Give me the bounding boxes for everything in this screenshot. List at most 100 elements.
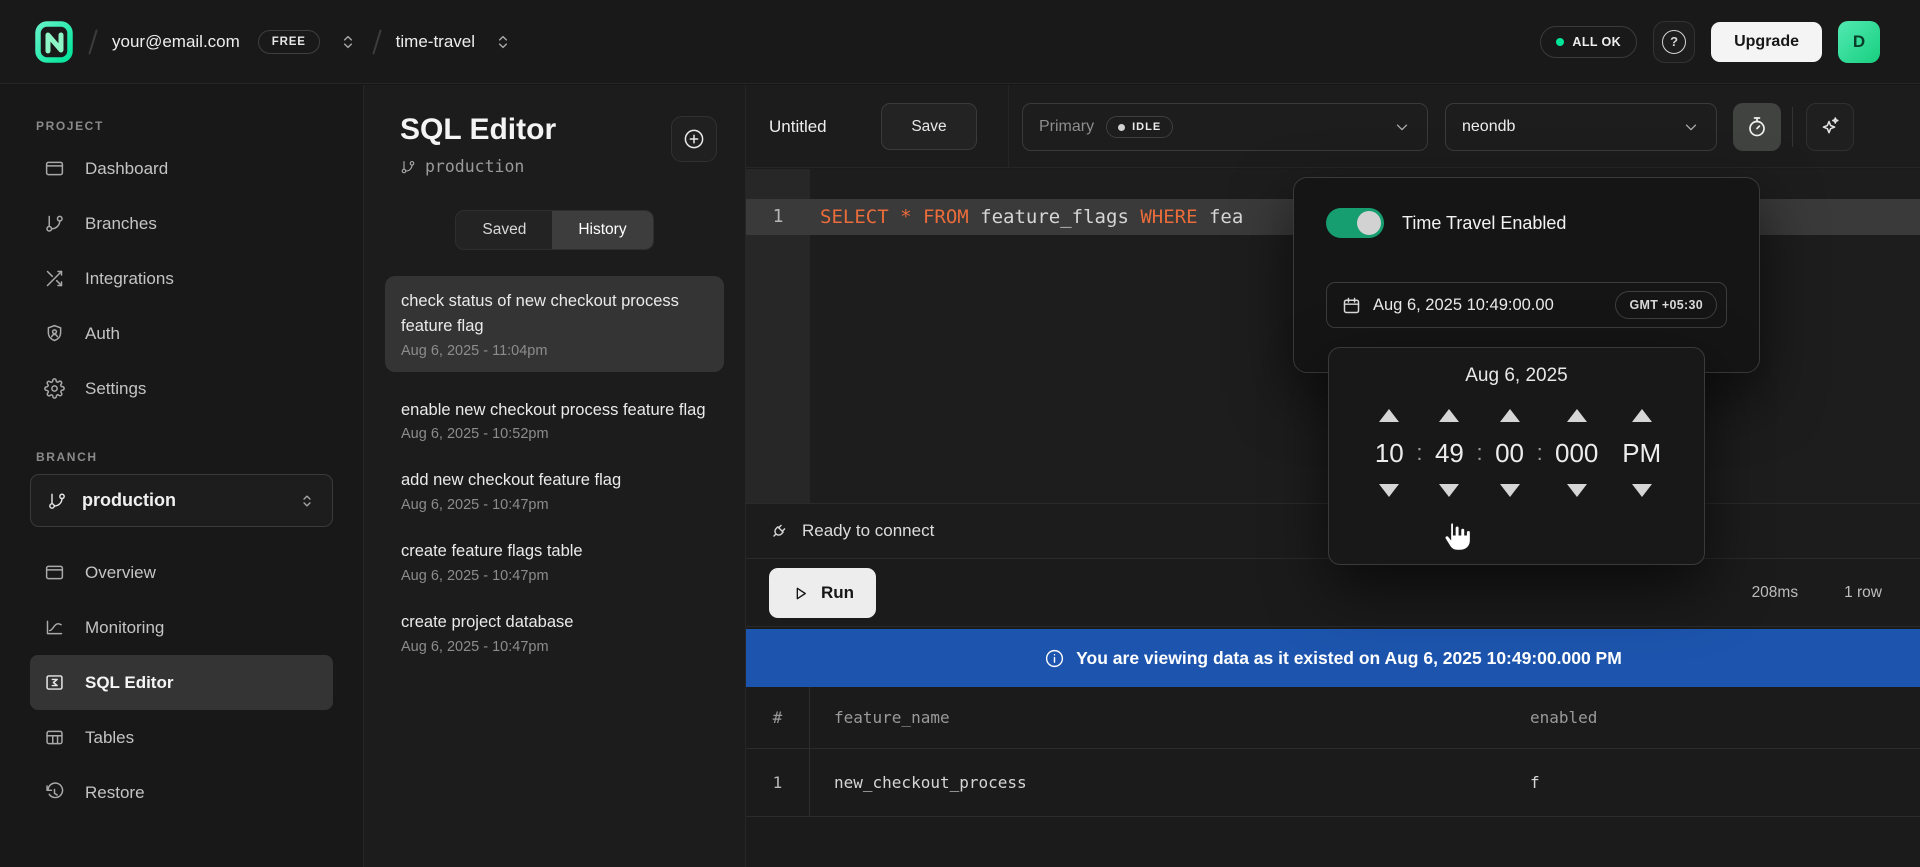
hours-spinner: 10 (1365, 409, 1413, 497)
breadcrumb-slash (88, 29, 98, 54)
datetime-input[interactable]: Aug 6, 2025 10:49:00.00 GMT +05:30 (1326, 282, 1727, 328)
sidebar-item-overview[interactable]: Overview (30, 545, 333, 600)
seconds-value[interactable]: 00 (1495, 437, 1524, 469)
toggle-label: Time Travel Enabled (1402, 213, 1566, 234)
ai-assist-button[interactable] (1806, 103, 1854, 151)
time-travel-toggle-row: Time Travel Enabled (1326, 208, 1727, 238)
tab-history[interactable]: History (552, 211, 652, 249)
minutes-up-arrow-icon[interactable] (1439, 409, 1459, 422)
gear-icon (44, 378, 65, 399)
neon-logo[interactable] (34, 20, 74, 64)
meridiem-spinner: PM (1616, 409, 1668, 497)
project-section-label: PROJECT (36, 119, 333, 133)
time-travel-toggle[interactable] (1326, 208, 1384, 238)
chevron-down-icon (1682, 118, 1700, 136)
database-select[interactable]: neondb (1445, 103, 1717, 151)
history-item[interactable]: create project database Aug 6, 2025 - 10… (385, 610, 724, 655)
query-tab-title[interactable]: Untitled (769, 85, 827, 168)
milliseconds-spinner: 000 (1546, 409, 1608, 497)
mouse-cursor-pointer (1438, 517, 1474, 557)
table-row[interactable]: 1 new_checkout_process f (746, 749, 1920, 817)
sidebar-item-restore[interactable]: Restore (30, 765, 333, 820)
user-avatar[interactable]: D (1838, 21, 1880, 63)
hours-up-arrow-icon[interactable] (1379, 409, 1399, 422)
seconds-down-arrow-icon[interactable] (1500, 484, 1520, 497)
milliseconds-down-arrow-icon[interactable] (1567, 484, 1587, 497)
auth-shield-icon (44, 323, 65, 344)
datetime-value: Aug 6, 2025 10:49:00.00 (1373, 296, 1604, 315)
header-actions: ALL OK ? Upgrade D (1540, 21, 1880, 63)
account-email[interactable]: your@email.com (112, 32, 240, 52)
query-duration: 208ms (1752, 584, 1799, 602)
integrations-icon (44, 268, 65, 289)
dashboard-icon (44, 158, 65, 179)
chevron-up-down-icon (298, 492, 316, 510)
sidebar-item-branches[interactable]: Branches (30, 196, 333, 251)
col-header-index: # (746, 687, 810, 748)
sidebar-item-integrations[interactable]: Integrations (30, 251, 333, 306)
project-name[interactable]: time-travel (396, 32, 475, 52)
sql-code-line[interactable]: SELECT*FROMfeature_flagsWHEREfea (820, 199, 1255, 235)
project-switcher-chevron-icon[interactable] (493, 32, 513, 52)
meridiem-up-arrow-icon[interactable] (1632, 409, 1652, 422)
status-ok-dot (1556, 38, 1564, 46)
sidebar-item-settings[interactable]: Settings (30, 361, 333, 416)
hours-down-arrow-icon[interactable] (1379, 484, 1399, 497)
save-button[interactable]: Save (881, 103, 977, 150)
breadcrumb: your@email.com FREE time-travel (34, 20, 1540, 64)
sidebar-item-dashboard[interactable]: Dashboard (30, 141, 333, 196)
datetime-picker: Aug 6, 2025 10 : 49 : 00 : 000 (1328, 347, 1705, 565)
sidebar-item-tables[interactable]: Tables (30, 710, 333, 765)
new-query-button[interactable] (671, 116, 717, 162)
time-travel-banner: You are viewing data as it existed on Au… (746, 629, 1920, 687)
connection-status-text: Ready to connect (802, 521, 934, 541)
seconds-up-arrow-icon[interactable] (1500, 409, 1520, 422)
history-item[interactable]: enable new checkout process feature flag… (385, 398, 724, 443)
overview-icon (44, 562, 65, 583)
branch-selector[interactable]: production (30, 474, 333, 527)
timezone-badge: GMT +05:30 (1615, 291, 1717, 319)
sidebar-item-sql-editor[interactable]: SQL Editor (30, 655, 333, 710)
results-header-row: # feature_name enabled (746, 687, 1920, 749)
meridiem-value[interactable]: PM (1622, 437, 1661, 469)
time-travel-button[interactable] (1733, 103, 1781, 151)
tables-icon (44, 727, 65, 748)
history-item[interactable]: create feature flags table Aug 6, 2025 -… (385, 539, 724, 584)
sql-editor-icon (44, 672, 65, 693)
col-header-enabled: enabled (1530, 708, 1920, 727)
meridiem-down-arrow-icon[interactable] (1632, 484, 1652, 497)
history-item-selected[interactable]: check status of new checkout process fea… (385, 276, 724, 372)
idle-dot (1118, 124, 1125, 131)
top-bar: your@email.com FREE time-travel ALL OK ?… (0, 0, 1920, 84)
run-bar: Run 208ms 1 row (746, 560, 1920, 627)
minutes-spinner: 49 (1425, 409, 1473, 497)
history-item[interactable]: add new checkout feature flag Aug 6, 202… (385, 468, 724, 513)
question-icon: ? (1662, 30, 1686, 54)
system-status-pill[interactable]: ALL OK (1540, 26, 1637, 58)
minutes-down-arrow-icon[interactable] (1439, 484, 1459, 497)
milliseconds-up-arrow-icon[interactable] (1567, 409, 1587, 422)
row-count: 1 row (1844, 584, 1882, 602)
banner-text: You are viewing data as it existed on Au… (1076, 648, 1622, 669)
minutes-value[interactable]: 49 (1435, 437, 1464, 469)
compute-state-badge: IDLE (1106, 116, 1173, 138)
sidebar-item-auth[interactable]: Auth (30, 306, 333, 361)
sidebar-item-monitoring[interactable]: Monitoring (30, 600, 333, 655)
milliseconds-value[interactable]: 000 (1555, 437, 1598, 469)
git-branch-icon (44, 213, 65, 234)
plug-icon (769, 521, 789, 541)
time-spinner: 10 : 49 : 00 : 000 PM (1329, 409, 1704, 497)
hours-value[interactable]: 10 (1375, 437, 1404, 469)
help-button[interactable]: ? (1653, 21, 1695, 63)
compute-select[interactable]: Primary IDLE (1022, 103, 1428, 151)
picker-date-label: Aug 6, 2025 (1329, 365, 1704, 387)
query-metrics: 208ms 1 row (1752, 584, 1882, 602)
toolbar-divider (1008, 85, 1009, 168)
editor-toolbar: Untitled Save Primary IDLE neondb (746, 85, 1920, 168)
col-header-feature-name: feature_name (810, 708, 1530, 727)
sidebar: PROJECT Dashboard Branches Integrations … (0, 85, 364, 867)
account-switcher-chevron-icon[interactable] (338, 32, 358, 52)
run-button[interactable]: Run (769, 568, 876, 618)
upgrade-button[interactable]: Upgrade (1711, 22, 1822, 62)
tab-saved[interactable]: Saved (456, 211, 552, 249)
